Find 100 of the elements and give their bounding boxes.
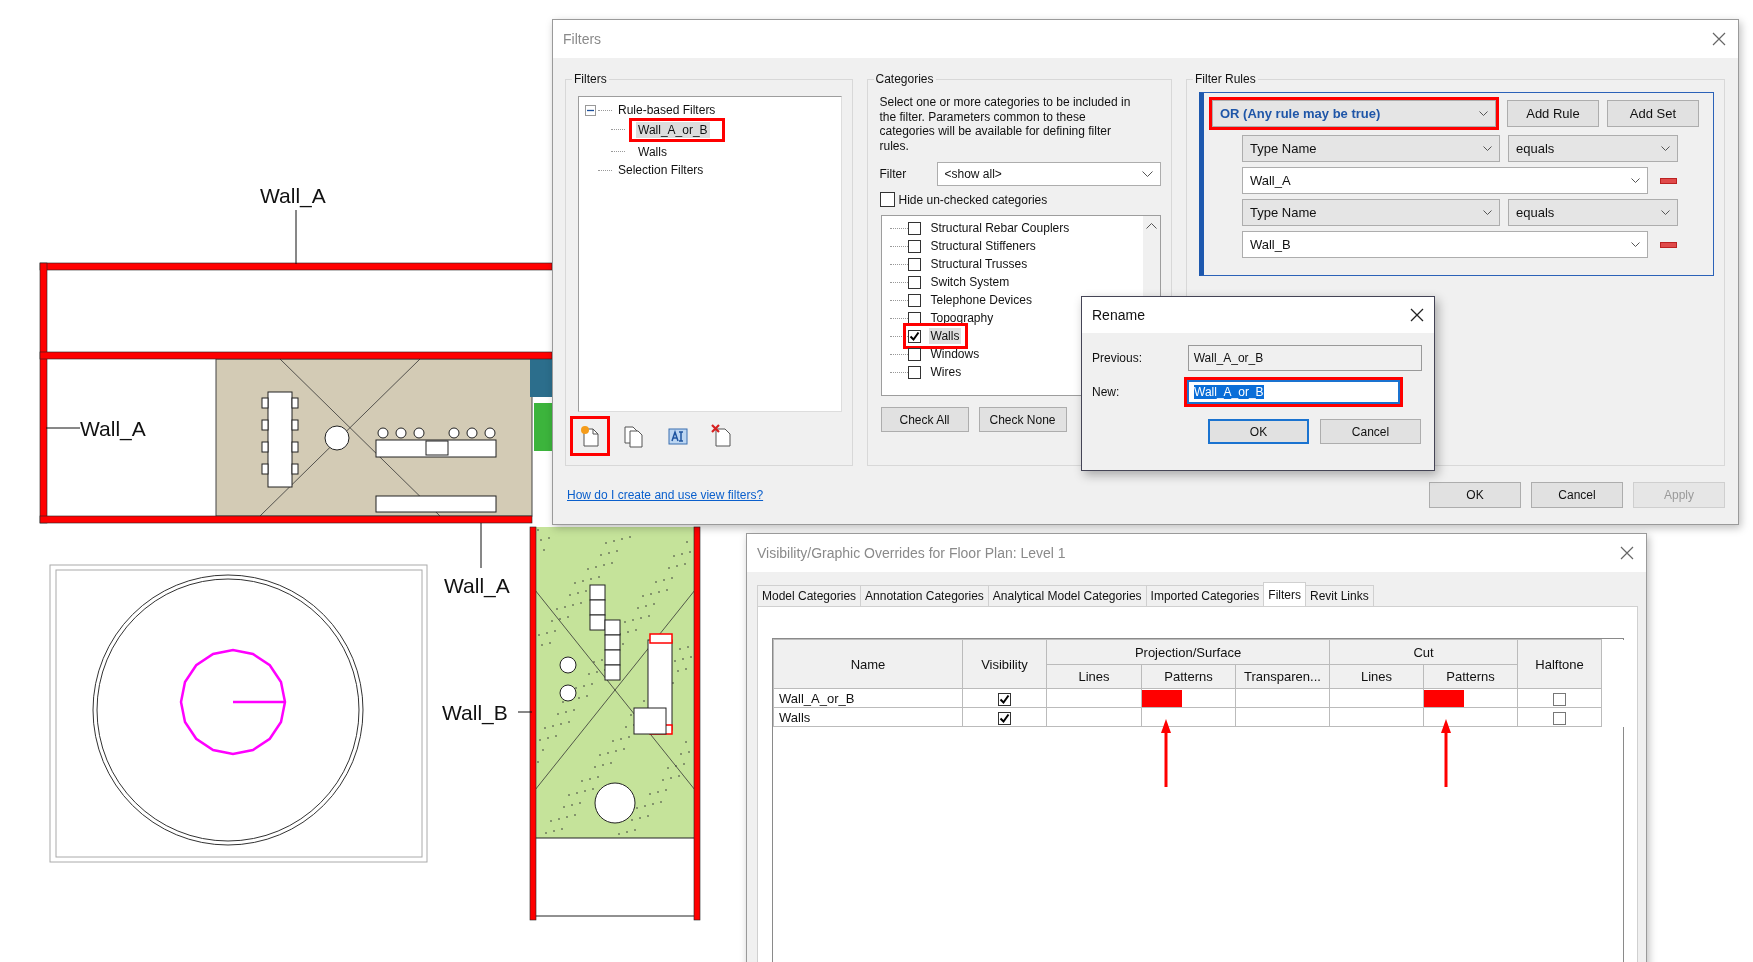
tab[interactable]: Filters xyxy=(1263,582,1306,606)
column-header: Projection/Surface xyxy=(1046,639,1330,665)
checkbox[interactable] xyxy=(998,711,1011,725)
group-label: Categories xyxy=(874,72,935,86)
scroll-up-icon[interactable] xyxy=(1145,222,1157,229)
chevron-down-icon xyxy=(1660,209,1670,216)
field-label: Previous: xyxy=(1092,351,1144,365)
ok-button[interactable]: OK xyxy=(1208,419,1309,444)
tree-item[interactable]: Selection Filters xyxy=(616,162,706,178)
checkbox-label: Hide un-checked categories xyxy=(898,192,1048,207)
chevron-down-icon xyxy=(1630,177,1640,184)
column-header: Patterns xyxy=(1141,664,1236,689)
chevron-down-icon xyxy=(1141,170,1153,178)
tab[interactable]: Analytical Model Categories xyxy=(987,585,1147,606)
column-header: Transparen... xyxy=(1235,664,1330,689)
column-header: Halftone xyxy=(1517,639,1602,689)
field-label: New: xyxy=(1092,385,1121,399)
leader-line xyxy=(517,711,533,713)
tab[interactable]: Model Categories xyxy=(757,585,862,606)
category-item[interactable]: Structural Rebar Couplers xyxy=(928,220,1072,236)
chevron-down-icon xyxy=(1478,110,1488,117)
dialog-title: Rename xyxy=(1092,307,1145,323)
tab[interactable]: Imported Categories xyxy=(1145,585,1265,606)
checkbox[interactable] xyxy=(907,221,921,235)
tab[interactable]: Annotation Categories xyxy=(860,585,989,606)
wall-tag: Wall_A xyxy=(80,417,146,440)
delete-document-icon xyxy=(711,424,733,448)
pattern-swatch[interactable] xyxy=(1142,689,1182,707)
table-cell: Wall_A_or_B xyxy=(773,688,963,708)
copy-icon xyxy=(623,424,645,448)
value-dropdown[interactable]: Wall_B xyxy=(1241,231,1648,258)
leader-line xyxy=(480,522,482,569)
category-item[interactable]: Structural Stiffeners xyxy=(928,238,1038,254)
ok-button[interactable]: OK xyxy=(1429,482,1521,508)
parameter-dropdown[interactable]: Type Name xyxy=(1241,135,1500,162)
chevron-down-icon xyxy=(1630,241,1640,248)
description-text: Select one or more categories to be included in the filter. Parameters common to these categories will be available for defining filter rules. xyxy=(879,95,1132,153)
remove-rule-button[interactable] xyxy=(1659,241,1677,248)
category-item[interactable]: Walls xyxy=(928,328,962,344)
checkbox[interactable] xyxy=(1553,692,1567,706)
checkbox[interactable] xyxy=(907,365,921,379)
annotation-arrow xyxy=(1161,719,1171,787)
category-item[interactable]: Structural Trusses xyxy=(928,256,1030,272)
wall-tag: Wall_B xyxy=(442,701,508,724)
value-dropdown[interactable]: Wall_A xyxy=(1241,167,1648,194)
window-title: Visibility/Graphic Overrides for Floor Plan: Level 1 xyxy=(757,545,1066,561)
column-header: Name xyxy=(773,639,963,689)
operator-dropdown[interactable]: equals xyxy=(1507,199,1678,226)
column-header: Lines xyxy=(1329,664,1424,689)
annotation-arrow xyxy=(1441,719,1451,787)
checkbox[interactable] xyxy=(907,257,921,271)
category-item[interactable]: Windows xyxy=(928,346,982,362)
tab[interactable]: Revit Links xyxy=(1304,585,1374,606)
column-header: Patterns xyxy=(1423,664,1518,689)
checkbox[interactable] xyxy=(907,275,921,289)
checkbox[interactable] xyxy=(907,239,921,253)
tree-item[interactable]: Walls xyxy=(636,143,669,160)
checkbox[interactable] xyxy=(998,692,1011,706)
wall-tag: Wall_A xyxy=(260,184,326,207)
chevron-down-icon xyxy=(1482,145,1492,152)
category-item[interactable]: Topography xyxy=(928,310,996,326)
column-header: Visibility xyxy=(962,639,1047,689)
logic-dropdown[interactable]: OR (Any rule may be true) xyxy=(1211,100,1496,127)
cancel-button[interactable]: Cancel xyxy=(1320,419,1421,444)
chevron-down-icon xyxy=(1660,145,1670,152)
checkbox[interactable] xyxy=(1553,711,1567,725)
cancel-button[interactable]: Cancel xyxy=(1531,482,1623,508)
checkbox[interactable] xyxy=(879,192,895,207)
filter-dropdown[interactable]: <show all> xyxy=(936,162,1161,186)
remove-rule-button[interactable] xyxy=(1659,177,1677,184)
check-all-button[interactable]: Check All xyxy=(880,407,969,432)
tree-item[interactable]: Wall_A_or_B xyxy=(636,121,710,138)
collapse-icon[interactable] xyxy=(585,104,596,116)
leader-line xyxy=(295,209,297,265)
add-set-button[interactable]: Add Set xyxy=(1606,100,1699,127)
group-label: Filters xyxy=(573,72,608,86)
help-link[interactable]: How do I create and use view filters? xyxy=(567,488,764,502)
filter-label: Filter xyxy=(879,167,908,181)
group-label: Filter Rules xyxy=(1193,72,1257,86)
table-cell: Walls xyxy=(773,707,963,727)
leader-line xyxy=(45,427,81,429)
checkbox[interactable] xyxy=(907,329,921,343)
pattern-swatch[interactable] xyxy=(1424,689,1464,707)
chevron-down-icon xyxy=(1482,209,1492,216)
add-rule-button[interactable]: Add Rule xyxy=(1506,100,1599,127)
category-item[interactable]: Telephone Devices xyxy=(928,292,1034,308)
previous-name-field: Wall_A_or_B xyxy=(1187,345,1422,371)
check-none-button[interactable]: Check None xyxy=(978,407,1067,432)
tree-item[interactable]: Rule-based Filters xyxy=(616,102,718,118)
window-title: Filters xyxy=(563,31,602,47)
close-icon[interactable] xyxy=(1410,308,1424,322)
column-header: Lines xyxy=(1046,664,1142,689)
category-item[interactable]: Switch System xyxy=(928,274,1012,290)
category-item[interactable]: Wires xyxy=(928,364,964,380)
operator-dropdown[interactable]: equals xyxy=(1507,135,1678,162)
checkbox[interactable] xyxy=(907,293,921,307)
column-header: Cut xyxy=(1329,639,1518,665)
new-document-icon xyxy=(579,424,601,448)
new-name-field[interactable]: Wall_A_or_B xyxy=(1187,380,1400,404)
parameter-dropdown[interactable]: Type Name xyxy=(1241,199,1500,226)
